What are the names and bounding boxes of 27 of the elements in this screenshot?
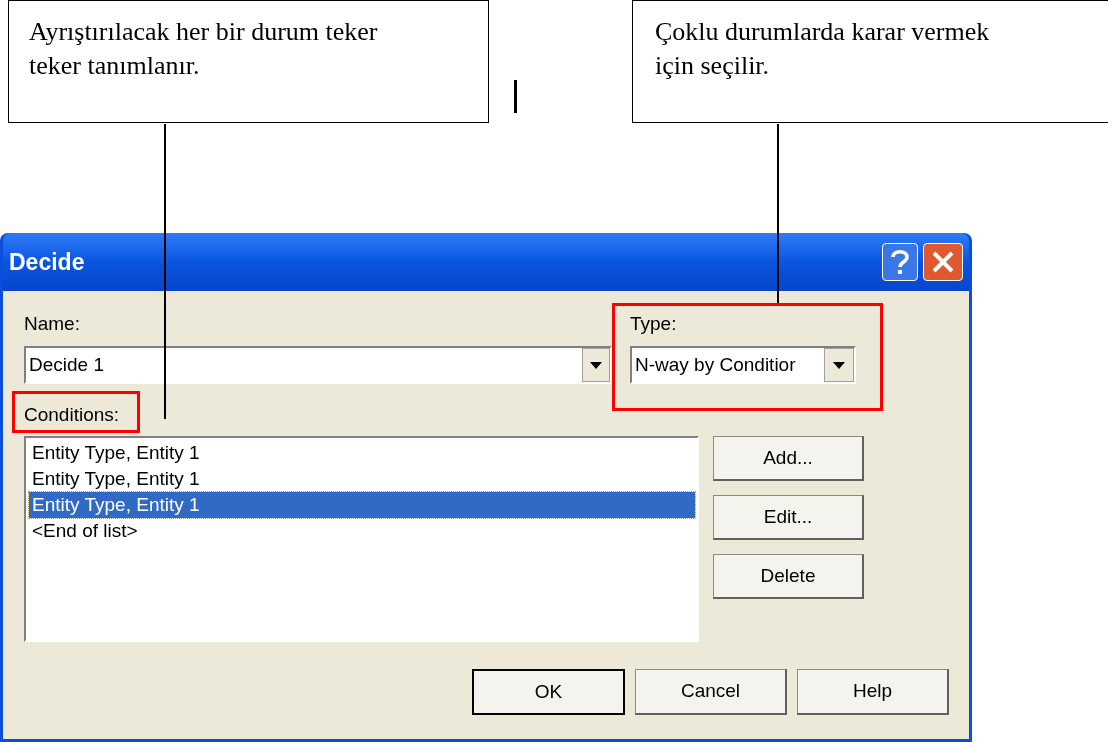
text-cursor xyxy=(514,80,517,113)
side-button[interactable]: Edit... xyxy=(713,495,864,540)
conditions-label: Conditions: xyxy=(24,403,120,427)
callout-text: Ayrıştırılacak her bir durum teker teker tanımlanır. xyxy=(29,16,379,82)
callout-text: Çoklu durumlarda karar vermek için seçilir. xyxy=(655,16,991,82)
side-button[interactable]: Delete xyxy=(713,554,864,599)
dropdown-button[interactable] xyxy=(582,348,610,382)
dialog-button[interactable]: Cancel xyxy=(635,669,787,715)
name-label: Name: xyxy=(24,312,81,336)
dialog-button[interactable]: Help xyxy=(797,669,949,715)
side-button[interactable]: Add... xyxy=(713,436,864,481)
list-item[interactable]: Entity Type, Entity 1 xyxy=(29,466,695,492)
type-combobox[interactable]: N-way by Conditior xyxy=(630,346,856,384)
list-item[interactable]: Entity Type, Entity 1 xyxy=(29,440,695,466)
combobox-value: N-way by Conditior xyxy=(634,352,797,377)
list-item[interactable]: Entity Type, Entity 1 xyxy=(29,492,695,518)
caret-icon xyxy=(833,361,845,369)
help-icon[interactable] xyxy=(882,243,918,281)
combobox-value: Decide 1 xyxy=(28,352,105,377)
dropdown-button[interactable] xyxy=(824,348,854,382)
caret-icon xyxy=(590,361,602,369)
window-title: Decide xyxy=(9,247,85,277)
ok-button[interactable]: OK xyxy=(472,669,625,715)
list-item[interactable]: <End of list> xyxy=(29,518,695,544)
type-label: Type: xyxy=(630,312,678,336)
name-combobox[interactable]: Decide 1 xyxy=(24,346,612,384)
close-icon[interactable] xyxy=(923,243,963,281)
